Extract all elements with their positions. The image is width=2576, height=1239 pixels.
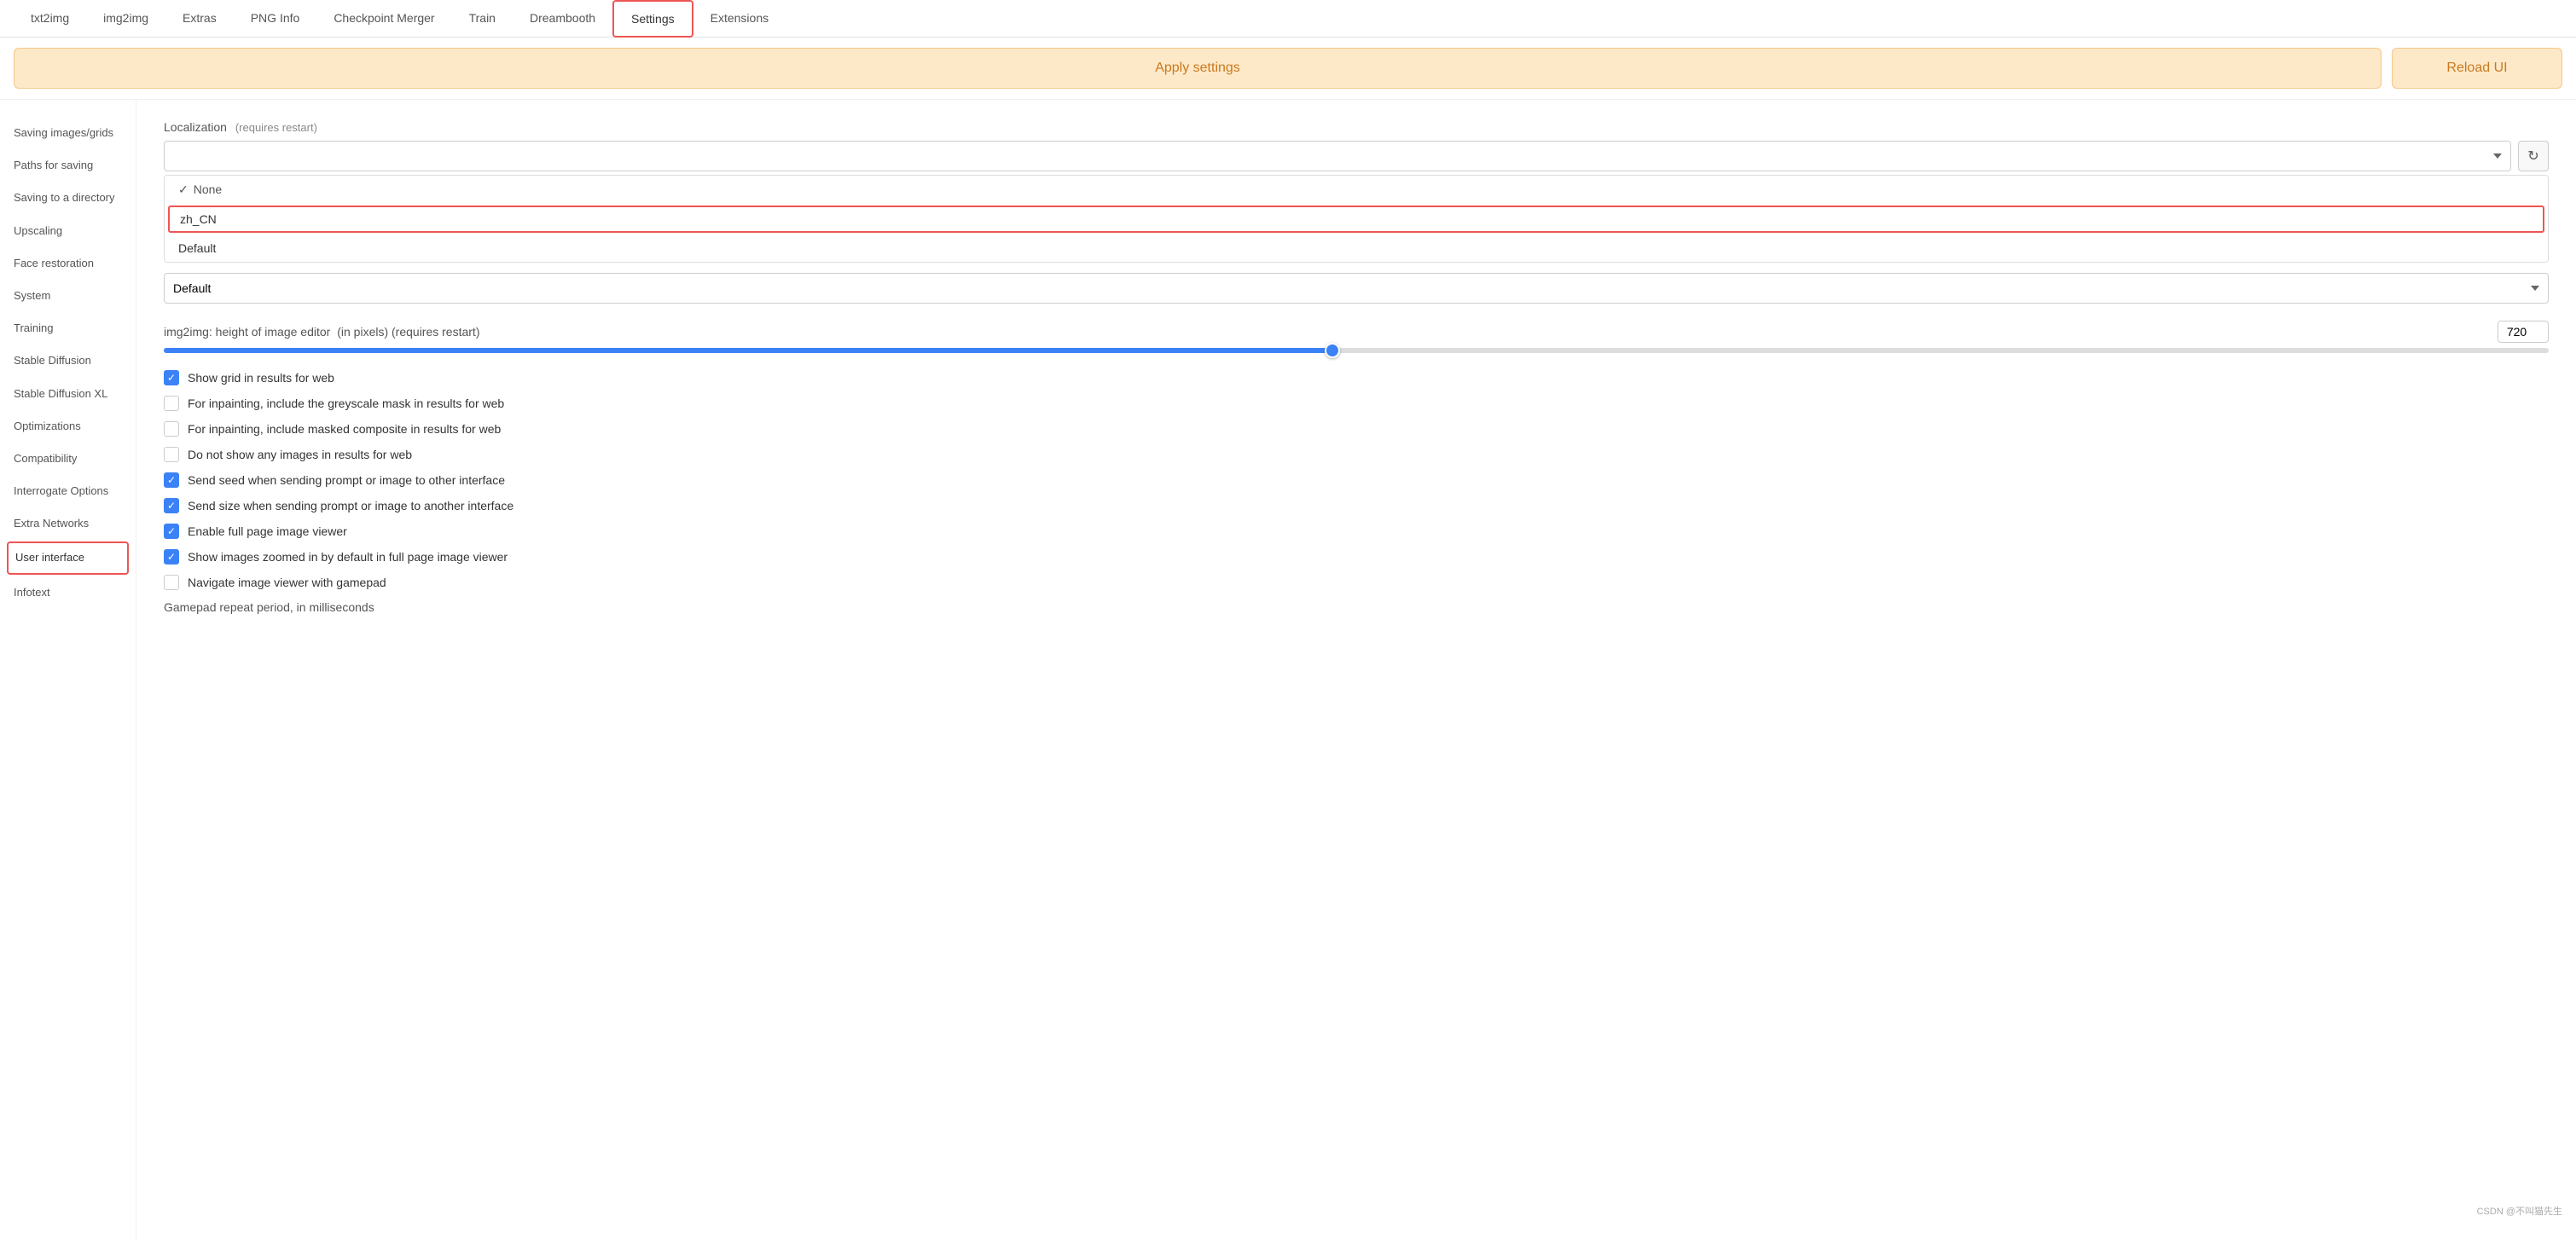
checkbox-label-full-page-viewer: Enable full page image viewer — [188, 524, 347, 538]
checkbox-label-no-images-web: Do not show any images in results for we… — [188, 448, 412, 461]
checkbox-label-show-grid-web: Show grid in results for web — [188, 371, 334, 385]
checkbox-label-send-seed: Send seed when sending prompt or image t… — [188, 473, 505, 487]
sidebar-item-interrogate-options[interactable]: Interrogate Options — [0, 475, 136, 507]
checkbox-row-full-page-viewer: Enable full page image viewer — [164, 524, 2549, 539]
checkbox-label-inpainting-greyscale: For inpainting, include the greyscale ma… — [188, 397, 504, 410]
checkbox-label-send-size: Send size when sending prompt or image t… — [188, 499, 513, 512]
option-zh-cn[interactable]: zh_CN — [168, 206, 2544, 233]
slider-value-input[interactable] — [2498, 321, 2549, 343]
checkbox-label-zoomed-default: Show images zoomed in by default in full… — [188, 550, 508, 564]
localization-dropdown-row: ↻ — [164, 141, 2549, 171]
checkbox-gamepad-nav[interactable] — [164, 575, 179, 590]
checkbox-zoomed-default[interactable] — [164, 549, 179, 564]
tab-extras[interactable]: Extras — [165, 1, 234, 37]
checkbox-no-images-web[interactable] — [164, 447, 179, 462]
main-layout: Saving images/grids Paths for saving Sav… — [0, 100, 2576, 1239]
slider-fill — [164, 348, 1332, 353]
tab-dreambooth[interactable]: Dreambooth — [513, 1, 612, 37]
sidebar-item-extra-networks[interactable]: Extra Networks — [0, 507, 136, 540]
checkbox-row-gamepad-nav: Navigate image viewer with gamepad — [164, 575, 2549, 590]
localization-section: Localization (requires restart) ↻ ✓None … — [164, 120, 2549, 304]
sidebar: Saving images/grids Paths for saving Sav… — [0, 100, 136, 1239]
checkbox-label-gamepad-nav: Navigate image viewer with gamepad — [188, 576, 386, 589]
checkbox-send-size[interactable] — [164, 498, 179, 513]
watermark: CSDN @不叫猫先生 — [2477, 1204, 2562, 1218]
img2img-height-section: img2img: height of image editor (in pixe… — [164, 321, 2549, 353]
sidebar-item-upscaling[interactable]: Upscaling — [0, 215, 136, 247]
sidebar-item-face-restoration[interactable]: Face restoration — [0, 247, 136, 280]
checkbox-row-send-size: Send size when sending prompt or image t… — [164, 498, 2549, 513]
localization-dropdown-list: ✓None zh_CN Default — [164, 175, 2549, 263]
tab-extensions[interactable]: Extensions — [693, 1, 786, 37]
localization-refresh-button[interactable]: ↻ — [2518, 141, 2549, 171]
content-area: Localization (requires restart) ↻ ✓None … — [136, 100, 2576, 1239]
default-select[interactable]: Default — [164, 273, 2549, 304]
default-dropdown-row: Default — [164, 273, 2549, 304]
localization-select[interactable] — [164, 141, 2511, 171]
sidebar-item-user-interface[interactable]: User interface — [7, 541, 129, 574]
checkbox-send-seed[interactable] — [164, 472, 179, 488]
tab-img2img[interactable]: img2img — [86, 1, 165, 37]
sidebar-item-saving-to-directory[interactable]: Saving to a directory — [0, 182, 136, 214]
tab-settings[interactable]: Settings — [612, 0, 693, 38]
option-default[interactable]: Default — [165, 234, 2548, 262]
checkbox-row-inpainting-greyscale: For inpainting, include the greyscale ma… — [164, 396, 2549, 411]
sidebar-item-saving-images[interactable]: Saving images/grids — [0, 117, 136, 149]
checkbox-row-send-seed: Send seed when sending prompt or image t… — [164, 472, 2549, 488]
sidebar-item-system[interactable]: System — [0, 280, 136, 312]
sidebar-item-paths-for-saving[interactable]: Paths for saving — [0, 149, 136, 182]
checkboxes-section: Show grid in results for web For inpaint… — [164, 370, 2549, 590]
checkbox-row-no-images-web: Do not show any images in results for we… — [164, 447, 2549, 462]
sidebar-item-infotext[interactable]: Infotext — [0, 576, 136, 609]
checkbox-inpainting-greyscale[interactable] — [164, 396, 179, 411]
slider-label: img2img: height of image editor (in pixe… — [164, 325, 479, 339]
tab-train[interactable]: Train — [452, 1, 513, 37]
slider-thumb[interactable] — [1325, 343, 1340, 358]
tab-txt2img[interactable]: txt2img — [14, 1, 86, 37]
option-none[interactable]: ✓None — [165, 176, 2548, 204]
gamepad-period-label: Gamepad repeat period, in milliseconds — [164, 600, 2549, 614]
checkbox-label-inpainting-composite: For inpainting, include masked composite… — [188, 422, 501, 436]
tab-checkpoint-merger[interactable]: Checkpoint Merger — [316, 1, 451, 37]
action-bar: Apply settings Reload UI — [0, 38, 2576, 100]
top-nav: txt2img img2img Extras PNG Info Checkpoi… — [0, 0, 2576, 38]
checkbox-row-inpainting-composite: For inpainting, include masked composite… — [164, 421, 2549, 437]
reload-ui-button[interactable]: Reload UI — [2392, 48, 2562, 89]
localization-label: Localization (requires restart) — [164, 120, 2549, 134]
checkbox-inpainting-composite[interactable] — [164, 421, 179, 437]
tab-png-info[interactable]: PNG Info — [234, 1, 317, 37]
slider-label-row: img2img: height of image editor (in pixe… — [164, 321, 2549, 343]
slider-track[interactable] — [164, 348, 2549, 353]
sidebar-item-compatibility[interactable]: Compatibility — [0, 443, 136, 475]
sidebar-item-stable-diffusion[interactable]: Stable Diffusion — [0, 344, 136, 377]
checkbox-full-page-viewer[interactable] — [164, 524, 179, 539]
sidebar-item-optimizations[interactable]: Optimizations — [0, 410, 136, 443]
sidebar-item-stable-diffusion-xl[interactable]: Stable Diffusion XL — [0, 378, 136, 410]
checkbox-show-grid-web[interactable] — [164, 370, 179, 385]
checkbox-row-zoomed-default: Show images zoomed in by default in full… — [164, 549, 2549, 564]
checkbox-row-show-grid-web: Show grid in results for web — [164, 370, 2549, 385]
apply-settings-button[interactable]: Apply settings — [14, 48, 2382, 89]
sidebar-item-training[interactable]: Training — [0, 312, 136, 344]
